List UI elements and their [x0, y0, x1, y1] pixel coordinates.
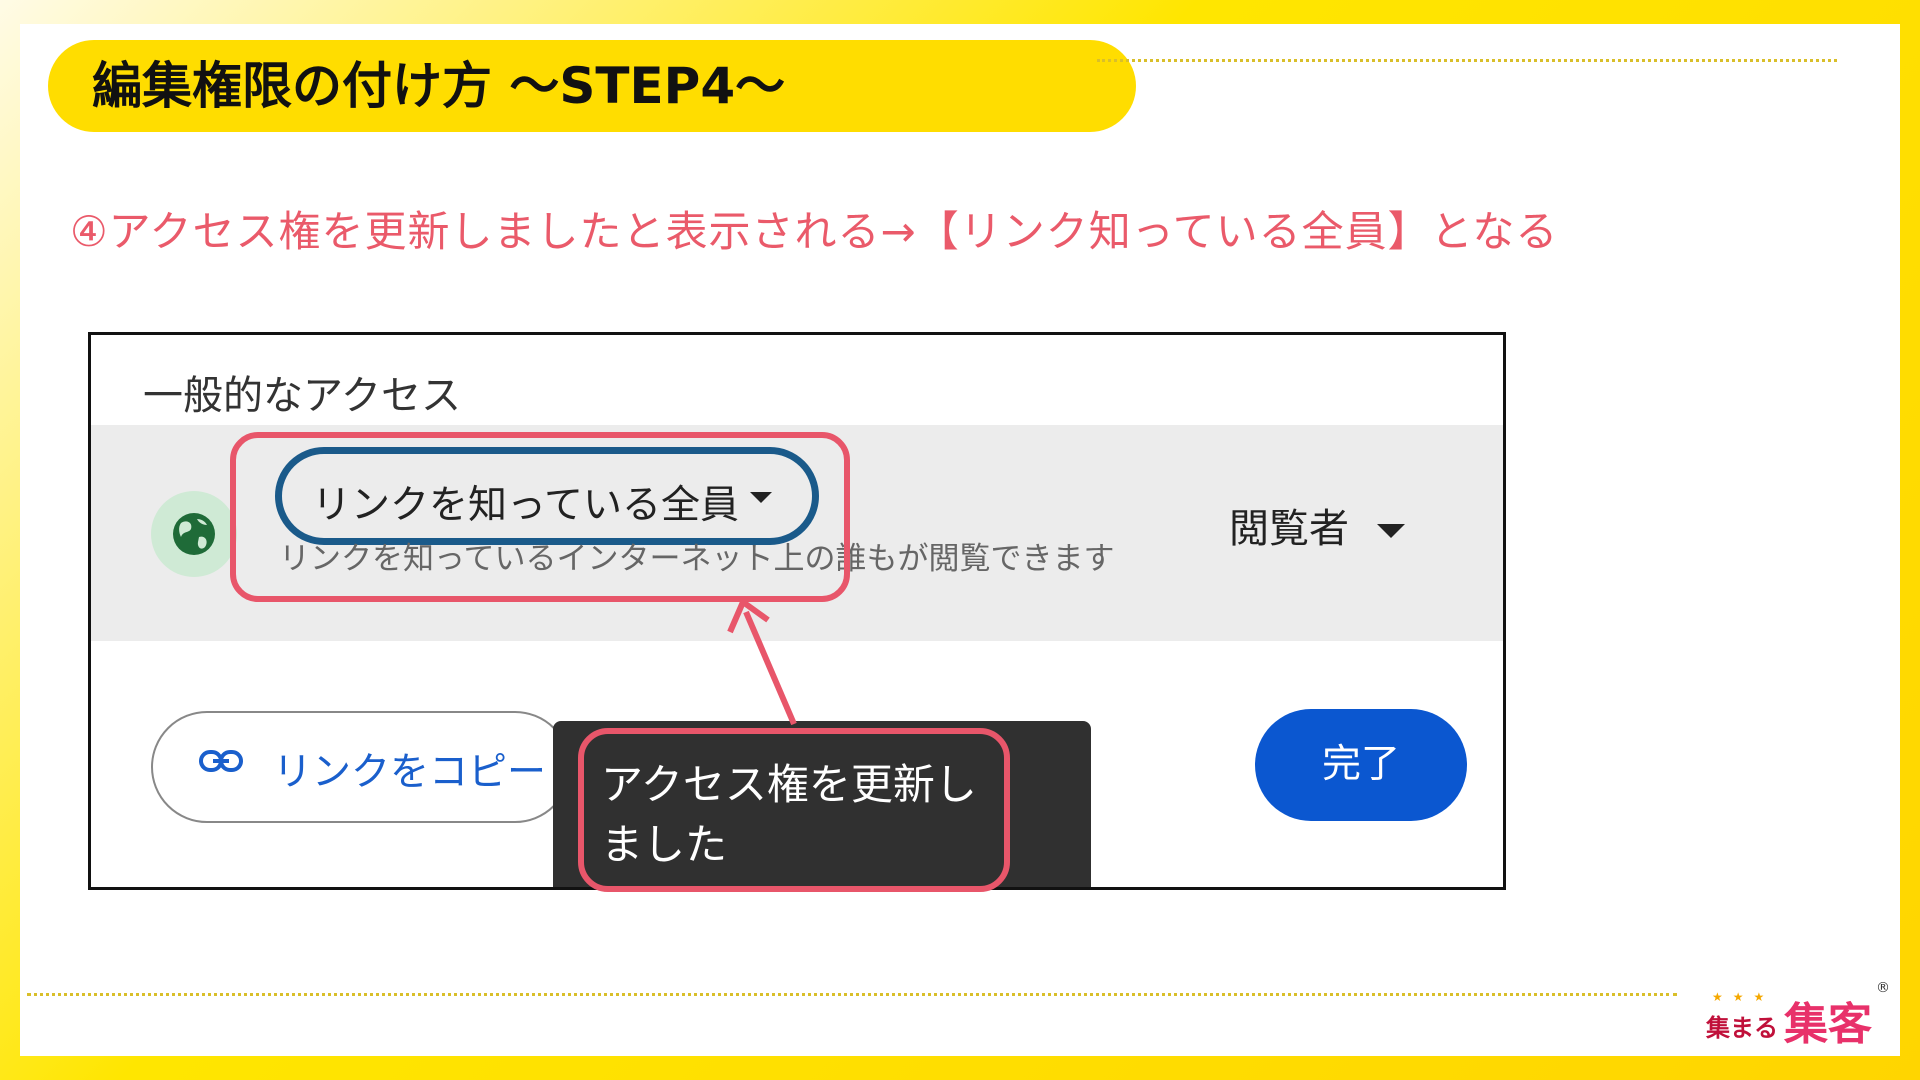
brand-logo: ★★★ 集まる 集客 ® [1706, 980, 1890, 1050]
footer-divider [27, 993, 1677, 996]
callout-arrow [727, 599, 797, 726]
